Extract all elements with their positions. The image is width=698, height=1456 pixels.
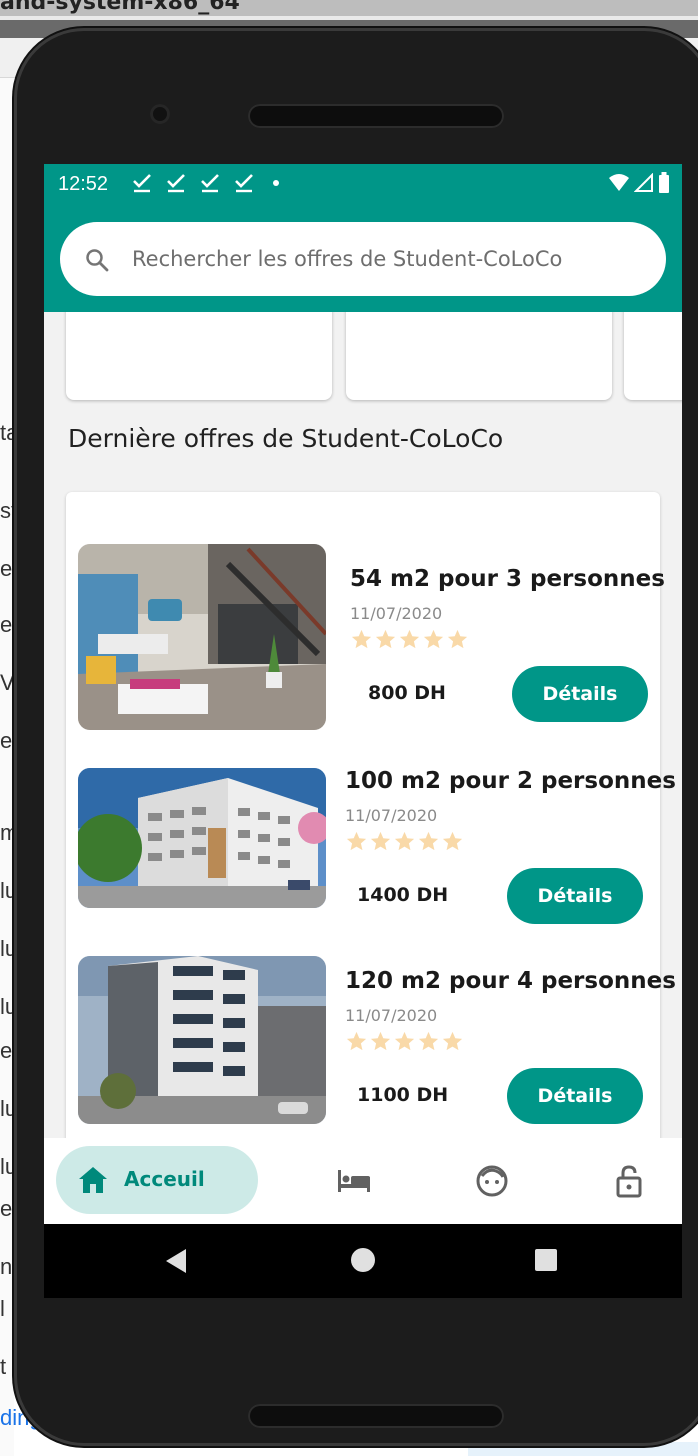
battery-icon xyxy=(659,172,669,193)
background-text-fragment: t xyxy=(0,1354,7,1379)
background-text-fragment: e xyxy=(0,1196,13,1221)
face-icon[interactable] xyxy=(474,1164,510,1198)
nav-item-home[interactable]: Acceuil xyxy=(56,1146,258,1214)
star-icon xyxy=(447,629,468,649)
list-item[interactable]: 54 m2 pour 3 personnes 11/07/2020 800 DH… xyxy=(78,544,665,734)
list-item[interactable]: 100 m2 pour 2 personnes 11/07/2020 1400 … xyxy=(78,768,676,924)
offer-title: 120 m2 pour 4 personnes xyxy=(345,968,676,994)
earpiece-speaker xyxy=(248,104,504,128)
recents-icon[interactable] xyxy=(535,1249,557,1271)
background-sidebar xyxy=(0,78,14,1456)
system-navigation-bar xyxy=(44,1224,682,1298)
search-icon[interactable] xyxy=(84,247,110,273)
offer-image xyxy=(78,956,326,1124)
signal-icon xyxy=(634,173,653,192)
bottom-speaker xyxy=(248,1404,504,1428)
screenshot: and-system-x86_64 ta st et es Vr ea m lu… xyxy=(0,0,698,1456)
offer-title: 100 m2 pour 2 personnes xyxy=(345,768,676,794)
star-icon xyxy=(442,831,463,851)
star-icon xyxy=(418,831,439,851)
main-content[interactable]: Dernière offres de Student-CoLoCo 54 m2 … xyxy=(44,312,682,1138)
details-button[interactable]: Détails xyxy=(512,666,648,722)
check-icon xyxy=(201,174,219,193)
offers-list: 54 m2 pour 3 personnes 11/07/2020 800 DH… xyxy=(66,492,676,1138)
rating-stars xyxy=(350,628,469,651)
back-icon[interactable] xyxy=(164,1248,188,1274)
background-title-text: and-system-x86_64 xyxy=(0,0,240,15)
notification-icons xyxy=(130,170,256,194)
star-icon xyxy=(375,629,396,649)
star-icon xyxy=(394,1031,415,1051)
interior-loft-photo xyxy=(78,544,326,730)
section-title: Dernière offres de Student-CoLoCo xyxy=(68,424,504,453)
star-icon xyxy=(346,831,367,851)
home-circle-icon[interactable] xyxy=(351,1248,375,1272)
details-button[interactable]: Détails xyxy=(507,868,643,924)
background-text-fragment: e xyxy=(0,1038,13,1063)
home-icon[interactable] xyxy=(78,1166,108,1194)
offer-date: 11/07/2020 xyxy=(345,1006,438,1025)
search-input[interactable] xyxy=(132,222,652,296)
list-item[interactable]: 120 m2 pour 4 personnes 11/07/2020 1100 … xyxy=(78,956,676,1126)
category-card[interactable] xyxy=(624,312,682,400)
lock-icon[interactable] xyxy=(611,1164,647,1198)
offer-price: 1400 DH xyxy=(357,884,449,906)
category-card[interactable] xyxy=(66,312,332,400)
tower-building-photo xyxy=(78,956,326,1124)
offer-price: 800 DH xyxy=(368,682,446,704)
offer-date: 11/07/2020 xyxy=(345,806,438,825)
star-icon xyxy=(399,629,420,649)
star-icon xyxy=(351,629,372,649)
offer-image xyxy=(78,768,326,908)
phone-screen: 12:52 Dern xyxy=(44,164,682,1298)
system-status-icons xyxy=(608,172,670,194)
check-icon xyxy=(167,174,185,193)
star-icon xyxy=(418,1031,439,1051)
check-icon xyxy=(133,174,151,193)
app-bar xyxy=(44,204,682,312)
star-icon xyxy=(442,1031,463,1051)
bed-icon[interactable] xyxy=(336,1164,372,1198)
offer-title: 54 m2 pour 3 personnes xyxy=(350,566,665,592)
status-time: 12:52 xyxy=(58,173,109,195)
offer-price: 1100 DH xyxy=(357,1084,449,1106)
star-icon xyxy=(346,1031,367,1051)
nav-home-label[interactable]: Acceuil xyxy=(124,1167,205,1191)
dot-icon xyxy=(273,180,279,186)
check-icon xyxy=(235,174,253,193)
rating-stars xyxy=(345,1030,464,1053)
offer-image xyxy=(78,544,326,730)
category-card[interactable] xyxy=(346,312,612,400)
details-button[interactable]: Détails xyxy=(507,1068,643,1124)
star-icon xyxy=(394,831,415,851)
bottom-navigation: Acceuil xyxy=(44,1138,682,1224)
camera-icon xyxy=(150,104,170,124)
search-bar[interactable] xyxy=(60,222,666,296)
wifi-icon xyxy=(609,174,629,191)
apartment-building-photo xyxy=(78,768,326,908)
offer-date: 11/07/2020 xyxy=(350,604,443,623)
star-icon xyxy=(370,831,391,851)
rating-stars xyxy=(345,830,464,853)
star-icon xyxy=(370,1031,391,1051)
star-icon xyxy=(423,629,444,649)
background-title-bar: and-system-x86_64 xyxy=(0,0,698,16)
background-text-fragment: l xyxy=(0,1296,5,1321)
status-bar: 12:52 xyxy=(44,164,682,204)
